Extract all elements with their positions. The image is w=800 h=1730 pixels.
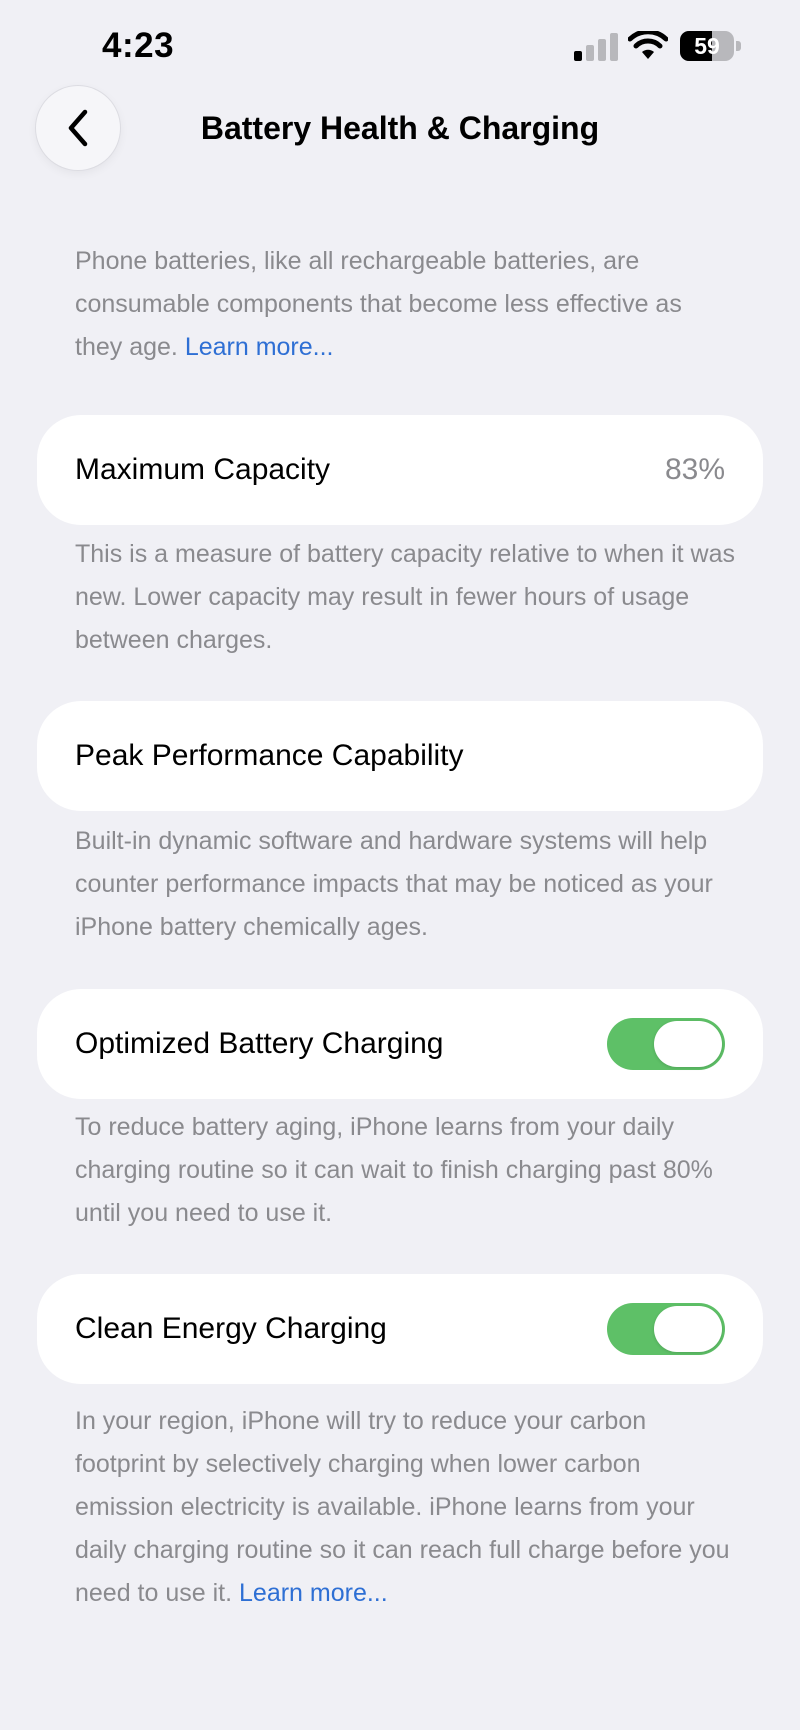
signal-icon [574,33,618,61]
clean-energy-charging-toggle[interactable] [607,1303,725,1355]
peak-performance-description: Built-in dynamic software and hardware s… [75,827,713,941]
page-title: Battery Health & Charging [200,110,600,146]
clean-energy-description: In your region, iPhone will try to reduc… [75,1400,735,1615]
peak-performance-row[interactable]: Peak Performance Capability [37,701,763,811]
intro-description: Phone batteries, like all rechargeable b… [75,240,735,369]
toggle-knob [654,1306,722,1352]
clean-energy-charging-row: Clean Energy Charging [37,1274,763,1384]
maximum-capacity-row: Maximum Capacity 83% [37,415,763,525]
maximum-capacity-description: This is a measure of battery capacity re… [75,540,736,654]
battery-level-text: 59 [694,33,720,59]
navigation-bar: Battery Health & Charging [0,86,800,172]
maximum-capacity-label: Maximum Capacity [75,453,331,486]
optimized-charging-row: Optimized Battery Charging [37,989,763,1099]
optimized-charging-toggle[interactable] [607,1018,725,1070]
optimized-charging-label: Optimized Battery Charging [75,1027,444,1060]
clean-energy-charging-label: Clean Energy Charging [75,1312,387,1345]
optimized-charging-description: To reduce battery aging, iPhone learns f… [75,1113,713,1227]
intro-text: Phone batteries, like all rechargeable b… [75,247,682,361]
toggle-knob [654,1021,722,1067]
peak-performance-label: Peak Performance Capability [75,739,464,772]
clean-energy-description-text: In your region, iPhone will try to reduc… [75,1407,730,1607]
maximum-capacity-value: 83% [664,453,725,486]
wifi-icon [628,31,668,59]
clean-energy-learn-more-link[interactable]: Learn more... [239,1579,388,1607]
intro-learn-more-link[interactable]: Learn more... [185,333,334,361]
status-time: 4:23 [102,26,175,65]
battery-icon: 59 [680,31,742,61]
status-bar: 4:23 59 [0,0,800,96]
